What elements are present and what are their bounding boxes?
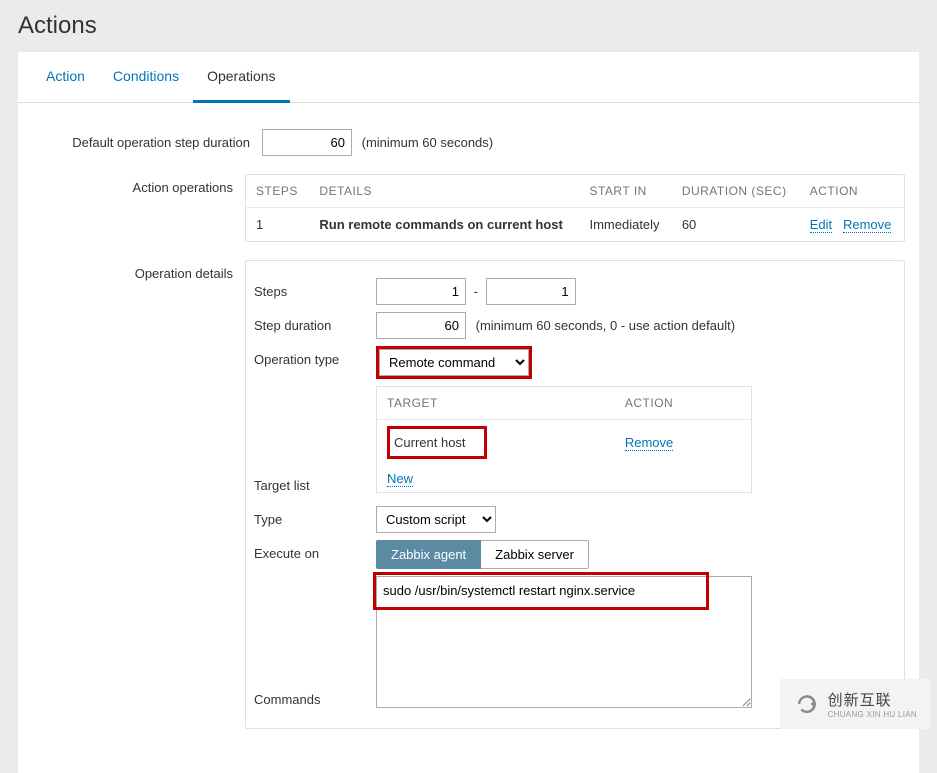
edit-link[interactable]: Edit (810, 217, 832, 233)
step-to-input[interactable] (486, 278, 576, 305)
step-duration-label: Step duration (254, 312, 376, 333)
target-list-label: Target list (254, 478, 376, 499)
tabs: Action Conditions Operations (18, 52, 919, 103)
col-details: DETAILS (309, 175, 579, 208)
watermark-logo-icon (794, 691, 820, 717)
page-title: Actions (0, 0, 937, 52)
watermark: 创新互联 CHUANG XIN HU LIAN (780, 679, 931, 729)
tab-operations[interactable]: Operations (193, 52, 289, 103)
target-new-link[interactable]: New (387, 471, 413, 487)
cell-steps: 1 (246, 208, 309, 242)
watermark-cn: 创新互联 (828, 689, 917, 710)
execute-server-button[interactable]: Zabbix server (481, 540, 589, 569)
col-duration: DURATION (SEC) (672, 175, 800, 208)
cell-duration: 60 (672, 208, 800, 242)
target-current-host: Current host (394, 435, 466, 450)
steps-label: Steps (254, 278, 376, 299)
cell-details: Run remote commands on current host (309, 208, 579, 242)
type-label: Type (254, 506, 376, 527)
operation-type-label: Operation type (254, 346, 376, 367)
watermark-en: CHUANG XIN HU LIAN (828, 710, 917, 719)
tab-action[interactable]: Action (32, 52, 99, 102)
target-row: Current host Remove (377, 420, 751, 466)
cell-start: Immediately (579, 208, 671, 242)
commands-label: Commands (254, 692, 376, 711)
operation-type-select[interactable]: Remote command (379, 349, 529, 376)
type-select[interactable]: Custom script (376, 506, 496, 533)
default-duration-hint: (minimum 60 seconds) (362, 135, 494, 150)
col-target: TARGET (377, 387, 615, 420)
operation-details-box: Steps - Step duration (minimum 60 second… (245, 260, 905, 729)
operation-details-label: Operation details (32, 260, 245, 281)
execute-agent-button[interactable]: Zabbix agent (376, 540, 481, 569)
commands-textarea[interactable]: sudo /usr/bin/systemctl restart nginx.se… (376, 576, 752, 708)
default-duration-input[interactable] (262, 129, 352, 156)
form: Default operation step duration (minimum… (18, 103, 919, 773)
step-duration-hint: (minimum 60 seconds, 0 - use action defa… (476, 318, 735, 333)
col-target-action: ACTION (615, 387, 751, 420)
step-from-input[interactable] (376, 278, 466, 305)
dash: - (474, 284, 478, 299)
operations-table: STEPS DETAILS START IN DURATION (SEC) AC… (245, 174, 905, 242)
target-table: TARGET ACTION Current host (376, 386, 752, 493)
tab-conditions[interactable]: Conditions (99, 52, 193, 102)
main-panel: Action Conditions Operations Default ope… (18, 52, 919, 773)
action-operations-label: Action operations (32, 174, 245, 195)
remove-link[interactable]: Remove (843, 217, 891, 233)
step-duration-input[interactable] (376, 312, 466, 339)
execute-on-segment: Zabbix agent Zabbix server (376, 540, 589, 569)
cell-action: Edit Remove (800, 208, 904, 242)
col-steps: STEPS (246, 175, 309, 208)
default-duration-label: Default operation step duration (32, 129, 262, 150)
col-action: ACTION (800, 175, 904, 208)
col-start: START IN (579, 175, 671, 208)
target-remove-link[interactable]: Remove (625, 435, 673, 451)
execute-on-label: Execute on (254, 540, 376, 561)
table-row: 1 Run remote commands on current host Im… (246, 208, 904, 242)
